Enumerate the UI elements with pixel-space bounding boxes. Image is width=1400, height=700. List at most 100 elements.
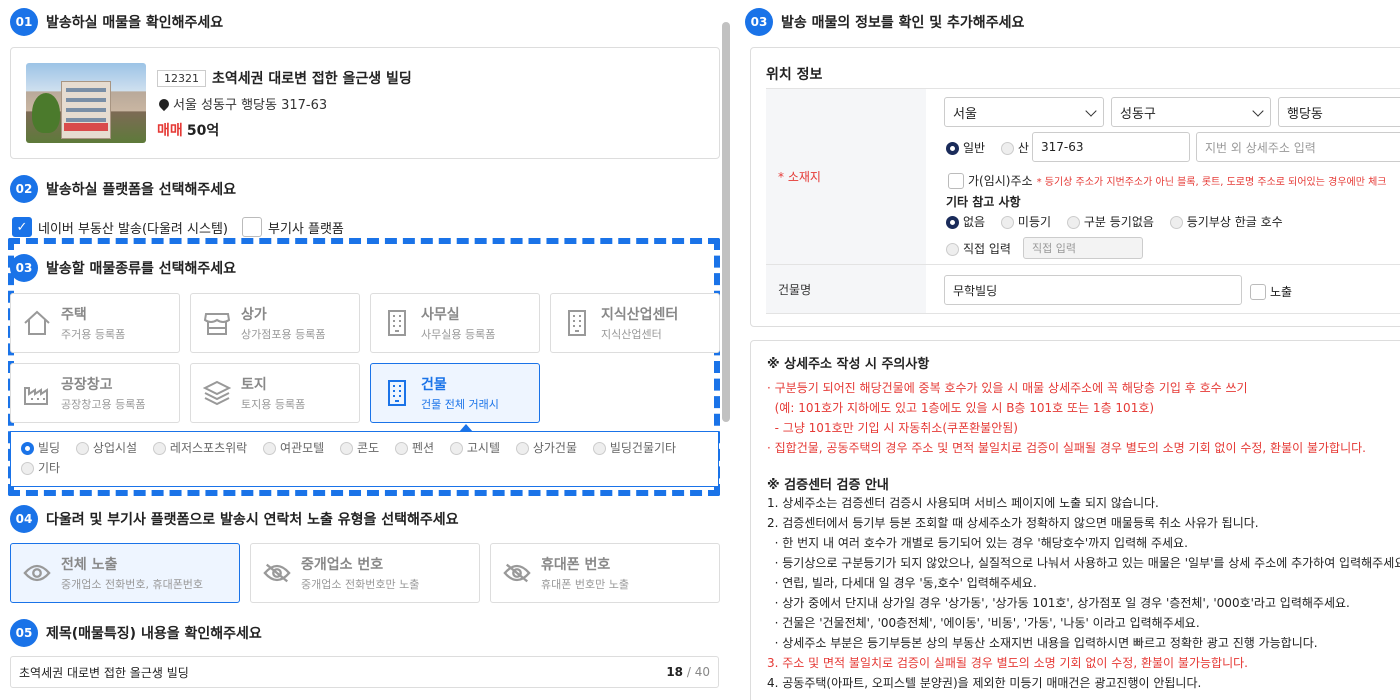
exposure-all-card[interactable]: 전체 노출중개업소 전화번호, 휴대폰번호 — [10, 543, 240, 603]
guide-line: 1. 상세주소는 검증센터 검증시 사용되며 서비스 페이지에 노출 되지 않습… — [767, 496, 1159, 510]
layers-icon — [203, 379, 231, 407]
temp-address-note: * 등기상 주소가 지번주소가 아닌 블록, 롯트, 도로명 주소로 되어있는 … — [1036, 177, 1387, 188]
map-pin-icon — [156, 96, 172, 111]
left-panel: 01 발송하실 매물을 확인해주세요 12321 초역세권 대로변 접한 올근생… — [0, 0, 735, 700]
expose-checkbox[interactable] — [1250, 283, 1266, 300]
type-sub: 건물 전체 거래시 — [421, 398, 499, 411]
price-value: 50억 — [186, 123, 220, 139]
expose-option: 노출 — [1250, 283, 1292, 300]
lot-type-general[interactable]: 일반 — [946, 139, 985, 156]
step-badge: 05 — [10, 619, 38, 647]
type-name: 전체 노출 — [61, 557, 118, 573]
direct-input-option: 직접 입력 직접 입력 — [946, 237, 1143, 259]
right-panel: 03 발송 매물의 정보를 확인 및 추가해주세요 위치 정보 * 소재지 서울… — [735, 0, 1400, 700]
type-card-knowledge-center[interactable]: 지식산업센터 지식산업센터 — [550, 293, 720, 353]
ref-heading: 기타 참고 사항 — [946, 195, 1021, 209]
notice-line: · 구분등기 되어진 해당건물에 중복 호수가 있을 시 매물 상세주소에 꼭 … — [767, 381, 1248, 395]
ref-options: 없음 미등기 구분 등기없음 등기부상 한글 호수 — [946, 213, 1295, 230]
step-badge: 03 — [10, 254, 38, 282]
guide-line: 2. 검증센터에서 등기부 등본 조회할 때 상세주소가 정확하지 않으면 매물… — [767, 516, 1259, 530]
direct-input-field[interactable]: 직접 입력 — [1022, 237, 1143, 259]
guide-line: · 건물은 '건물전체', '00층전체', '에이동', '비동', '가동'… — [767, 616, 1200, 630]
subtype-option[interactable]: 펜션 — [394, 438, 434, 458]
house-icon — [23, 309, 51, 337]
address-row: * 소재지 서울 성동구 행당동 일반 산 317-63 지번 외 상세주소 입… — [766, 88, 1400, 264]
subtype-option[interactable]: 빌딩건물기타 — [592, 438, 676, 458]
notice-title: ※ 상세주소 작성 시 주의사항 — [767, 357, 930, 372]
property-card[interactable]: 12321 초역세권 대로변 접한 올근생 빌딩 서울 성동구 행당동 317-… — [10, 47, 720, 159]
step-badge: 01 — [10, 8, 38, 36]
platform-options: ✓ 네이버 부동산 발송(다울려 시스템) 부기사 플랫폼 — [12, 217, 344, 237]
office-icon — [563, 309, 591, 337]
section-5-header: 05 제목(매물특징) 내용을 확인해주세요 — [10, 619, 262, 647]
ref-option-direct[interactable]: 직접 입력 — [946, 240, 1011, 257]
notice-line: · 집합건물, 공동주택의 경우 주소 및 면적 불일치로 검증이 실패될 경우… — [767, 441, 1366, 455]
type-sub: 주거용 등록폼 — [61, 328, 126, 341]
temp-address-checkbox[interactable] — [948, 172, 964, 189]
property-id: 12321 — [157, 69, 206, 87]
type-name: 토지 — [241, 377, 267, 393]
exposure-mobile-card[interactable]: 휴대폰 번호 휴대폰 번호만 노출 — [490, 543, 720, 603]
section-title: 발송하실 매물을 확인해주세요 — [46, 15, 224, 31]
type-sub: 휴대폰 번호만 노출 — [541, 578, 629, 591]
subtype-option[interactable]: 기타 — [21, 458, 60, 478]
type-card-office[interactable]: 사무실 사무실용 등록폼 — [370, 293, 540, 353]
location-heading: 위치 정보 — [766, 67, 823, 83]
type-name: 건물 — [421, 377, 447, 393]
temp-address-option: 가(임시)주소 * 등기상 주소가 지번주소가 아닌 블록, 롯트, 도로명 주… — [948, 172, 1387, 189]
type-sub: 토지용 등록폼 — [241, 398, 306, 411]
type-sub: 지식산업센터 — [601, 328, 662, 341]
exposure-office-card[interactable]: 중개업소 번호 중개업소 전화번호만 노출 — [250, 543, 480, 603]
type-card-factory[interactable]: 공장창고 공장창고용 등록폼 — [10, 363, 180, 423]
type-sub: 중개업소 전화번호, 휴대폰번호 — [61, 578, 204, 591]
eye-icon — [23, 559, 51, 587]
scrollbar-thumb[interactable] — [722, 22, 730, 422]
section-title: 발송하실 플랫폼을 선택해주세요 — [46, 182, 237, 198]
notice-line: - 그냥 101호만 기입 시 자동취소(쿠폰환불안됨) — [767, 421, 1018, 435]
lot-type-mountain[interactable]: 산 — [1000, 139, 1029, 156]
section-title: 제목(매물특징) 내용을 확인해주세요 — [46, 626, 262, 642]
notice-line: (예: 101호가 지하에도 있고 1층에도 있을 시 B층 101호 또는 1… — [767, 401, 1155, 415]
detail-address-input[interactable]: 지번 외 상세주소 입력 — [1196, 132, 1400, 162]
listing-title-value: 초역세권 대로변 접한 올근생 빌딩 — [19, 665, 189, 680]
subtype-option[interactable]: 레저스포츠위락 — [152, 438, 247, 458]
guide-line: 3. 주소 및 면적 불일치로 검증이 실패될 경우 별도의 소명 기회 없이 … — [767, 656, 1248, 670]
type-name: 상가 — [241, 307, 267, 323]
platform-naver-checkbox[interactable]: ✓ — [12, 217, 32, 237]
lot-number-input[interactable]: 317-63 — [1032, 132, 1190, 162]
subtype-option[interactable]: 상업시설 — [75, 438, 137, 458]
guide-line: · 한 번지 내 여러 호수가 개별로 등기되어 있는 경우 '해당호수'까지 … — [767, 536, 1188, 550]
city-select[interactable]: 서울 — [944, 97, 1104, 127]
eye-off-icon — [263, 559, 291, 587]
section-2-header: 02 발송하실 플랫폼을 선택해주세요 — [10, 175, 236, 203]
type-card-land[interactable]: 토지토지용 등록폼 — [190, 363, 360, 423]
ref-option[interactable]: 구분 등기없음 — [1066, 213, 1154, 230]
subtype-option[interactable]: 콘도 — [340, 438, 379, 458]
type-name: 공장창고 — [61, 377, 113, 393]
address-notice-box: ※ 상세주소 작성 시 주의사항 · 구분등기 되어진 해당건물에 중복 호수가… — [750, 340, 1400, 700]
ref-option[interactable]: 미등기 — [1000, 213, 1051, 230]
listing-title-input[interactable]: 초역세권 대로변 접한 올근생 빌딩 18 / 40 — [10, 656, 719, 688]
building-name-label: 건물명 — [766, 265, 926, 313]
type-card-house[interactable]: 주택 주거용 등록폼 — [10, 293, 180, 353]
platform-bugisa-checkbox[interactable] — [241, 217, 262, 237]
platform-naver-label: 네이버 부동산 발송(다울려 시스템) — [38, 221, 228, 237]
guide-line: 4. 공동주택(아파트, 오피스텔 분양권)을 제외한 미등기 매매건은 광고진… — [767, 676, 1202, 690]
ref-option[interactable]: 없음 — [946, 213, 985, 230]
subtype-option[interactable]: 고시텔 — [449, 438, 500, 458]
building-icon — [383, 379, 411, 407]
lot-type-options: 일반 산 — [946, 139, 1041, 156]
type-name: 사무실 — [421, 307, 460, 323]
price-type: 매매 — [157, 123, 183, 139]
section-1-header: 01 발송하실 매물을 확인해주세요 — [10, 8, 223, 36]
subtype-option[interactable]: 상가건물 — [515, 438, 577, 458]
guide-line: · 등기상으로 구분등기가 되지 않았으나, 실질적으로 나눠서 사용하고 있는… — [767, 556, 1400, 570]
ref-option[interactable]: 등기부상 한글 호수 — [1169, 213, 1283, 230]
subtype-option[interactable]: 여관모텔 — [263, 438, 324, 458]
building-name-input[interactable]: 무학빌딩 — [944, 275, 1242, 305]
district-select[interactable]: 성동구 — [1111, 97, 1271, 127]
dong-select[interactable]: 행당동 — [1278, 97, 1400, 127]
subtype-option[interactable]: 빌딩 — [21, 438, 60, 458]
type-card-building[interactable]: 건물건물 전체 거래시 — [370, 363, 540, 423]
type-card-store[interactable]: 상가 상가점포용 등록폼 — [190, 293, 360, 353]
